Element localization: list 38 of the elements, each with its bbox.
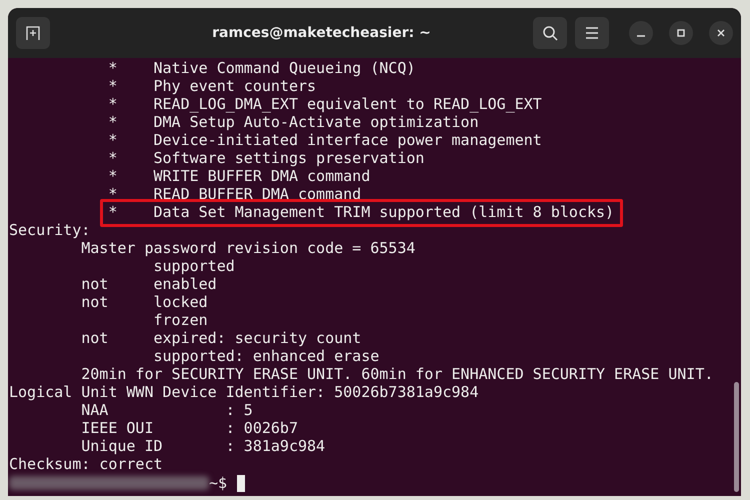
terminal-line: * Data Set Management TRIM supported (limit 8 blocks) bbox=[107, 203, 614, 221]
terminal-line: frozen bbox=[152, 311, 208, 329]
cursor bbox=[237, 474, 246, 492]
terminal-line: IEEE OUI : 0026b7 bbox=[80, 419, 298, 437]
terminal-line: supported bbox=[152, 257, 235, 275]
search-icon bbox=[542, 25, 558, 41]
terminal-line: * Native Command Queueing (NCQ) bbox=[107, 59, 416, 77]
terminal-line: * Phy event counters bbox=[107, 77, 316, 95]
prompt: ~$ bbox=[209, 474, 228, 492]
minimize-icon bbox=[637, 35, 645, 37]
terminal-line: Checksum: correct bbox=[9, 455, 163, 473]
menu-icon bbox=[585, 27, 599, 39]
terminal-line: * Device-initiated interface power management bbox=[107, 131, 542, 149]
terminal-line: not enabled bbox=[80, 275, 217, 293]
new-tab-icon bbox=[25, 25, 41, 41]
terminal-line: 20min for SECURITY ERASE UNIT. 60min for ENHANCED SECURITY ERASE UNIT. bbox=[80, 365, 714, 383]
close-icon bbox=[716, 28, 726, 38]
minimize-button[interactable] bbox=[629, 21, 653, 45]
new-tab-button[interactable] bbox=[16, 17, 50, 49]
menu-button[interactable] bbox=[575, 17, 609, 49]
search-button[interactable] bbox=[533, 17, 567, 49]
terminal-line: Unique ID : 381a9c984 bbox=[80, 437, 326, 455]
terminal-line: Security: bbox=[9, 221, 90, 239]
terminal-line: Logical Unit WWN Device Identifier: 50026b7381a9c984 bbox=[9, 383, 479, 401]
terminal-line: not expired: security count bbox=[80, 329, 362, 347]
terminal-line: * WRITE BUFFER DMA command bbox=[107, 167, 370, 185]
window-title: ramces@maketecheasier: ~ bbox=[211, 24, 432, 42]
terminal-line: supported: enhanced erase bbox=[152, 347, 380, 365]
terminal-line: NAA : 5 bbox=[80, 401, 253, 419]
terminal-line: Master password revision code = 65534 bbox=[80, 239, 416, 257]
maximize-icon bbox=[676, 28, 686, 38]
terminal-line: * Software settings preservation bbox=[107, 149, 424, 167]
terminal-line: not locked bbox=[80, 293, 208, 311]
close-button[interactable] bbox=[709, 21, 733, 45]
terminal-line: * READ BUFFER DMA command bbox=[107, 185, 362, 203]
maximize-button[interactable] bbox=[669, 21, 693, 45]
terminal-line: * READ_LOG_DMA_EXT equivalent to READ_LOG_EXT bbox=[107, 95, 542, 113]
terminal-line: * DMA Setup Auto-Activate optimization bbox=[107, 113, 479, 131]
